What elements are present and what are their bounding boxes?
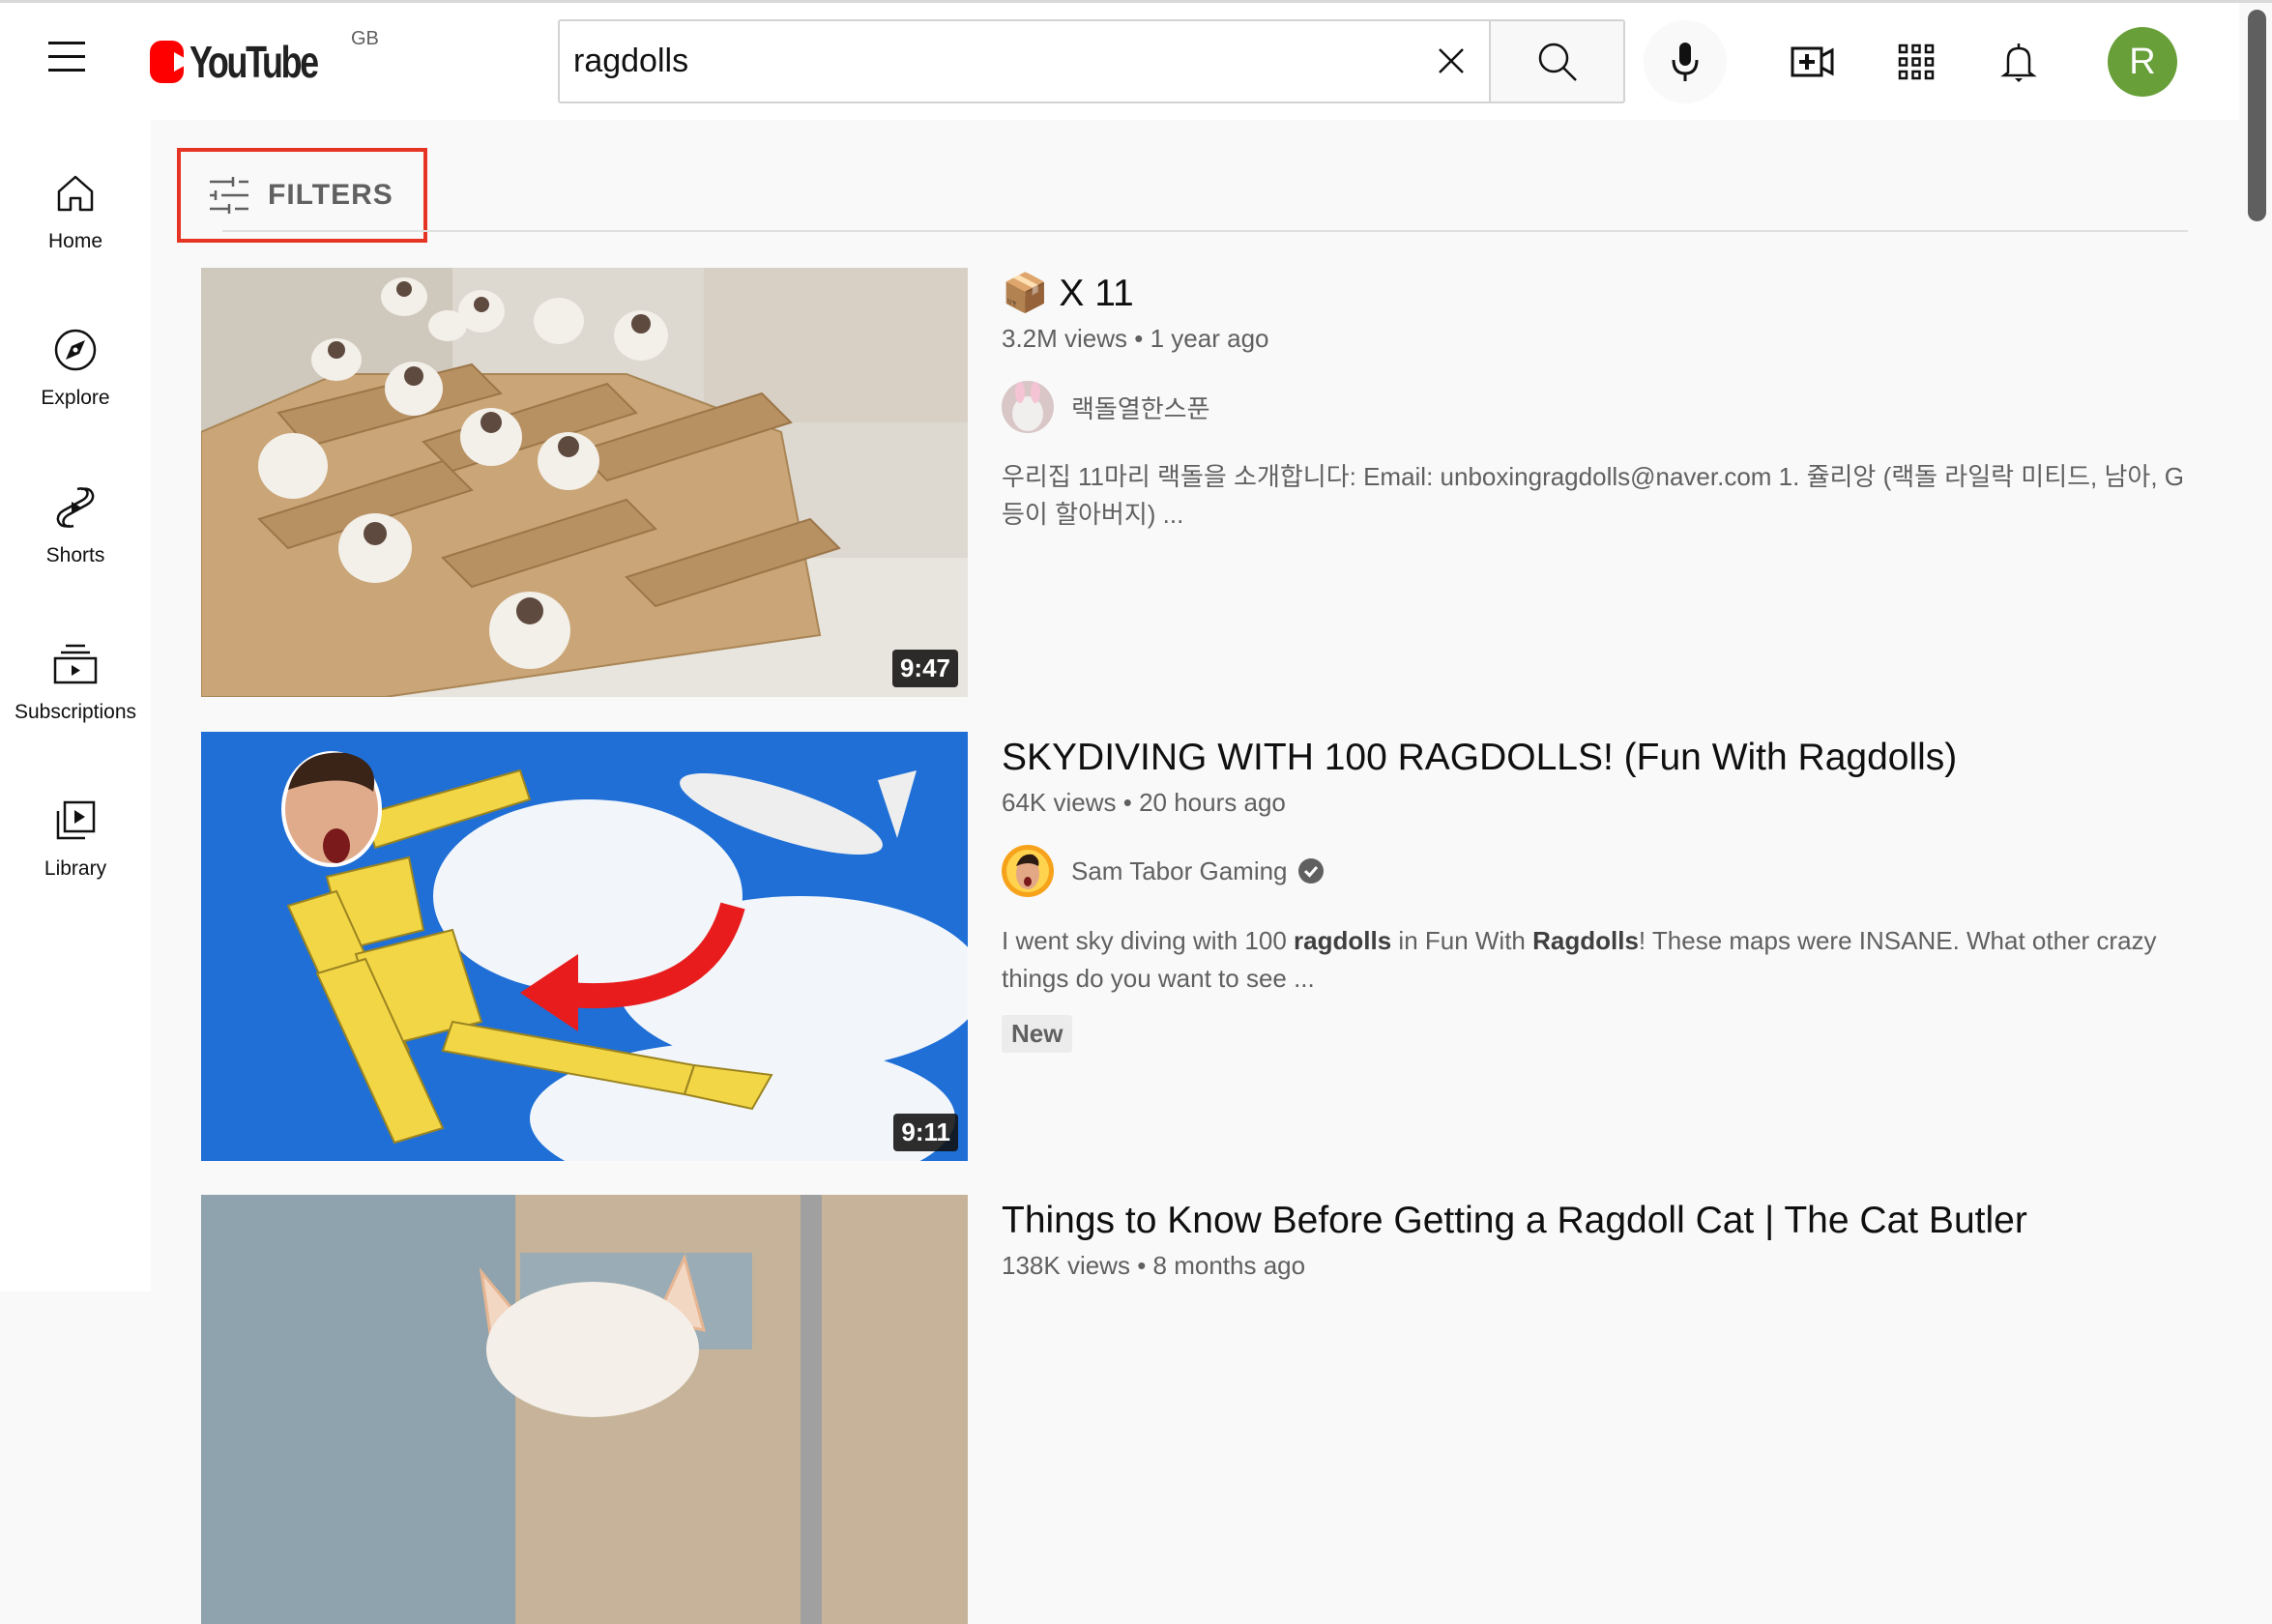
video-duration: 9:11 (893, 1114, 958, 1151)
sidebar-item-label: Shorts (45, 544, 105, 566)
meta-separator: • (1137, 1251, 1147, 1280)
upload-age: 1 year ago (1150, 324, 1269, 353)
meta-separator: • (1134, 324, 1144, 353)
package-emoji-icon: 📦 (1002, 273, 1049, 314)
account-avatar[interactable]: R (2108, 27, 2177, 97)
notifications-button[interactable] (1994, 37, 2044, 87)
video-result[interactable]: Things to Know Before Getting a Ragdoll … (201, 1195, 2193, 1624)
video-meta: 138K views • 8 months ago (1002, 1251, 2191, 1281)
create-video-icon (1791, 46, 1834, 77)
thumbnail-image-skydiving-ragdoll (201, 732, 968, 1161)
upload-age: 20 hours ago (1139, 788, 1286, 817)
video-duration: 9:47 (891, 650, 958, 687)
thumbnail-image-cats-in-boxes (201, 268, 968, 697)
video-info: 📦 X 11 3.2M views • 1 year ago 랙돌열한스푼 우리… (1002, 268, 2191, 534)
youtube-play-icon (150, 41, 192, 83)
sidebar-item-home[interactable]: Home (0, 170, 151, 286)
channel-avatar[interactable] (1002, 845, 1054, 897)
channel-row[interactable]: Sam Tabor Gaming (1002, 845, 2191, 897)
channel-name[interactable]: 랙돌열한스푼 (1071, 390, 1210, 425)
description-keyword: ragdolls (1294, 926, 1392, 955)
region-code: GB (351, 28, 379, 49)
video-description: I went sky diving with 100 ragdolls in F… (1002, 922, 2191, 998)
upload-age: 8 months ago (1152, 1251, 1306, 1280)
compass-icon (52, 327, 99, 373)
library-icon (52, 798, 99, 844)
sidebar-item-label: Subscriptions (14, 701, 137, 723)
search-button[interactable] (1489, 19, 1625, 103)
video-thumbnail[interactable]: 9:11 (201, 732, 968, 1161)
filters-divider (222, 230, 2188, 232)
video-info: Things to Know Before Getting a Ragdoll … (1002, 1195, 2191, 1281)
menu-icon[interactable] (48, 40, 87, 78)
view-count: 138K views (1002, 1251, 1130, 1280)
youtube-logo[interactable]: YouTube (150, 37, 353, 87)
filter-sliders-icon (210, 177, 248, 214)
video-title[interactable]: SKYDIVING WITH 100 RAGDOLLS! (Fun With R… (1002, 734, 2191, 782)
view-count: 3.2M views (1002, 324, 1128, 353)
video-thumbnail[interactable]: 9:47 (201, 268, 968, 697)
video-title[interactable]: 📦 X 11 (1002, 270, 2191, 318)
video-meta: 64K views • 20 hours ago (1002, 788, 2191, 818)
search-input[interactable] (573, 21, 1405, 102)
video-description: 우리집 11마리 랙돌을 소개합니다: Email: unboxingragdo… (1002, 462, 2184, 529)
shorts-icon (52, 484, 99, 531)
video-result[interactable]: 9:47 📦 X 11 3.2M views • 1 year ago 랙돌열한… (201, 268, 2193, 697)
description-keyword: Ragdolls (1532, 926, 1639, 955)
mini-guide: Home Explore Shorts Subscriptions Librar… (0, 120, 151, 1291)
create-button[interactable] (1789, 37, 1839, 87)
filters-button[interactable]: FILTERS (177, 148, 427, 243)
search-icon (1538, 43, 1577, 81)
logo-text: YouTube (189, 37, 319, 87)
video-title-text: X 11 (1059, 273, 1134, 314)
video-meta: 3.2M views • 1 year ago (1002, 324, 2191, 354)
meta-separator: • (1122, 788, 1132, 817)
sidebar-item-shorts[interactable]: Shorts (0, 484, 151, 600)
video-info: SKYDIVING WITH 100 RAGDOLLS! (Fun With R… (1002, 732, 2191, 1053)
sidebar-item-label: Explore (41, 387, 110, 409)
bell-icon (2000, 44, 2037, 82)
search-box (558, 19, 1490, 103)
video-result[interactable]: 9:11 SKYDIVING WITH 100 RAGDOLLS! (Fun W… (201, 732, 2193, 1161)
sidebar-item-label: Home (47, 230, 103, 252)
verified-badge-icon (1297, 858, 1324, 884)
thumbnail-image-ragdoll-cat (201, 1195, 968, 1624)
mic-icon (1672, 43, 1699, 81)
video-thumbnail[interactable] (201, 1195, 968, 1624)
sidebar-item-subscriptions[interactable]: Subscriptions (0, 641, 151, 757)
sidebar-item-explore[interactable]: Explore (0, 327, 151, 443)
apps-button[interactable] (1891, 37, 1941, 87)
scrollbar-thumb[interactable] (2248, 10, 2266, 221)
description-text: in Fun With (1391, 926, 1533, 955)
home-icon (52, 170, 99, 217)
view-count: 64K views (1002, 788, 1117, 817)
clear-search-button[interactable] (1432, 42, 1471, 80)
channel-name[interactable]: Sam Tabor Gaming (1071, 856, 1288, 886)
sidebar-item-label: Library (44, 857, 107, 880)
new-badge: New (1002, 1015, 1073, 1053)
description-text: I went sky diving with 100 (1002, 926, 1295, 955)
close-icon (1439, 48, 1464, 73)
channel-avatar[interactable] (1002, 381, 1054, 433)
apps-icon (1898, 44, 1935, 80)
voice-search-button[interactable] (1644, 20, 1727, 103)
subscriptions-icon (52, 641, 99, 687)
filters-label: FILTERS (268, 179, 393, 211)
sidebar-item-library[interactable]: Library (0, 798, 151, 914)
channel-row[interactable]: 랙돌열한스푼 (1002, 381, 2191, 433)
video-title[interactable]: Things to Know Before Getting a Ragdoll … (1002, 1197, 2191, 1245)
